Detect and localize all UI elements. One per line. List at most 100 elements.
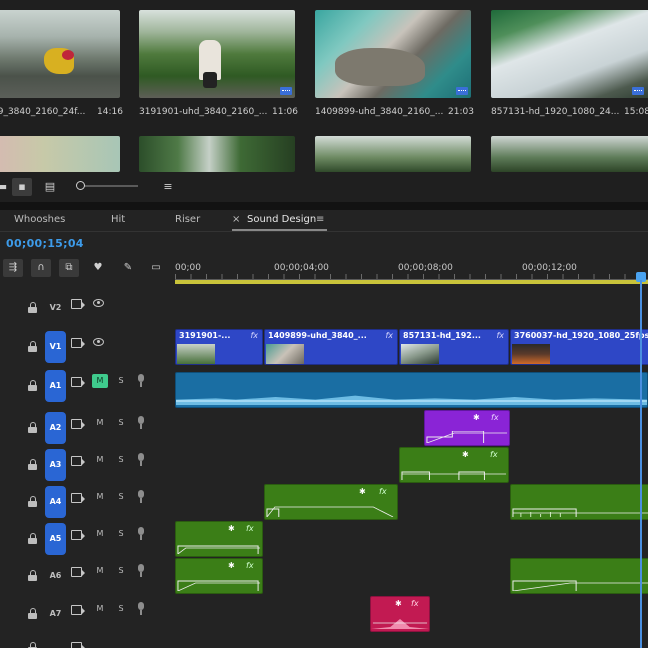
mute-button[interactable]: M <box>92 490 108 504</box>
track-lane-v2[interactable] <box>175 290 648 326</box>
playhead-timecode[interactable]: 00;00;15;04 <box>6 237 84 250</box>
lock-icon[interactable] <box>28 422 37 433</box>
track-header-a2: A2 M S <box>0 410 175 446</box>
lock-icon[interactable] <box>28 533 37 544</box>
video-clip[interactable]: 3760037-hd_1920_1080_25fps.m <box>510 329 648 365</box>
lock-icon[interactable] <box>28 380 37 391</box>
eye-icon[interactable] <box>93 299 104 307</box>
track-target-a4[interactable]: A4 <box>45 486 66 518</box>
mute-button[interactable]: M <box>92 564 108 578</box>
voiceover-mic-icon[interactable] <box>138 374 144 387</box>
audio-clip[interactable]: ✱ fx <box>399 447 509 483</box>
mute-button[interactable]: M <box>92 527 108 541</box>
track-target-a3[interactable]: A3 <box>45 449 66 481</box>
media-thumbnail[interactable] <box>491 136 648 172</box>
tab-riser[interactable]: Riser <box>175 214 200 225</box>
playhead-line[interactable] <box>640 280 642 648</box>
track-target-a6[interactable]: A6 <box>45 560 66 592</box>
track-target-a5[interactable]: A5 <box>45 523 66 555</box>
freeform-view-icon[interactable]: ▤ <box>40 178 60 196</box>
sync-lock-icon[interactable] <box>71 642 85 648</box>
thumbnail-zoom-slider[interactable] <box>78 185 138 187</box>
audio-clip[interactable]: ✱ fx <box>424 410 510 446</box>
mute-button[interactable]: M <box>92 453 108 467</box>
lock-icon[interactable] <box>28 608 37 619</box>
time-ruler[interactable]: 00;00 00;00;04;00 00;00;08;00 00;00;12;0… <box>175 258 648 286</box>
track-target-a7[interactable]: A7 <box>45 598 66 630</box>
solo-button[interactable]: S <box>116 374 126 388</box>
track-target-v2[interactable]: V2 <box>45 292 66 324</box>
audio-clip[interactable]: ✱ fx <box>175 521 263 557</box>
tab-hit[interactable]: Hit <box>111 214 125 225</box>
track-target-a1[interactable]: A1 <box>45 370 66 402</box>
zoom-slider-handle[interactable] <box>76 181 85 190</box>
track-target-a2[interactable]: A2 <box>45 412 66 444</box>
work-area-bar[interactable] <box>175 280 648 284</box>
tab-whooshes[interactable]: Whooshes <box>14 214 65 225</box>
voiceover-mic-icon[interactable] <box>138 527 144 540</box>
lock-icon[interactable] <box>28 642 37 648</box>
captions-icon[interactable]: ▭ <box>146 259 166 277</box>
lock-icon[interactable] <box>28 459 37 470</box>
lock-icon[interactable] <box>28 341 37 352</box>
panel-divider[interactable] <box>0 202 648 210</box>
sync-lock-icon[interactable] <box>71 456 85 466</box>
solo-button[interactable]: S <box>116 416 126 430</box>
add-marker-icon[interactable]: ♥ <box>88 259 108 277</box>
video-clip[interactable]: 857131-hd_192... fx <box>399 329 509 365</box>
audio-clip[interactable]: ✱ fx <box>264 484 398 520</box>
sync-lock-icon[interactable] <box>71 299 85 309</box>
sync-lock-icon[interactable] <box>71 567 85 577</box>
solo-button[interactable]: S <box>116 564 126 578</box>
sync-lock-icon[interactable] <box>71 338 85 348</box>
audio-waveform <box>401 471 507 480</box>
pencil-icon[interactable]: ▬ <box>0 178 12 196</box>
insert-nest-icon[interactable]: ⇶ <box>3 259 23 277</box>
lock-icon[interactable] <box>28 570 37 581</box>
lock-icon[interactable] <box>28 302 37 313</box>
audio-clip[interactable]: ✱ fx <box>370 596 430 632</box>
sync-lock-icon[interactable] <box>71 377 85 387</box>
solo-button[interactable]: S <box>116 602 126 616</box>
lock-icon[interactable] <box>28 496 37 507</box>
media-thumbnail[interactable] <box>139 136 295 172</box>
track-target-v1[interactable]: V1 <box>45 331 66 363</box>
media-thumbnail[interactable] <box>315 10 471 98</box>
sync-lock-icon[interactable] <box>71 493 85 503</box>
audio-waveform <box>371 619 429 629</box>
solo-button[interactable]: S <box>116 527 126 541</box>
linked-selection-icon[interactable]: ⧉ <box>59 259 79 277</box>
audio-clip[interactable] <box>510 558 648 594</box>
wrench-settings-icon[interactable]: ✎ <box>118 259 138 277</box>
panel-menu-icon[interactable]: ≡ <box>316 214 324 225</box>
close-tab-icon[interactable]: × <box>232 214 240 225</box>
voiceover-mic-icon[interactable] <box>138 564 144 577</box>
media-thumbnail[interactable] <box>0 10 120 98</box>
media-thumbnail[interactable] <box>0 136 120 172</box>
audio-clip[interactable] <box>175 372 648 408</box>
solo-button[interactable]: S <box>116 490 126 504</box>
solo-button[interactable]: S <box>116 453 126 467</box>
audio-clip[interactable]: ✱ fx <box>175 558 263 594</box>
mute-button[interactable]: M <box>92 374 108 388</box>
sync-lock-icon[interactable] <box>71 530 85 540</box>
mute-button[interactable]: M <box>92 416 108 430</box>
video-clip[interactable]: 1409899-uhd_3840_... fx <box>264 329 398 365</box>
sync-lock-icon[interactable] <box>71 419 85 429</box>
media-thumbnail[interactable] <box>139 10 295 98</box>
audio-clip[interactable] <box>510 484 648 520</box>
tab-sound-design[interactable]: Sound Design <box>247 214 316 225</box>
snap-magnet-icon[interactable]: ∩ <box>31 259 51 277</box>
media-thumbnail[interactable] <box>315 136 471 172</box>
voiceover-mic-icon[interactable] <box>138 490 144 503</box>
voiceover-mic-icon[interactable] <box>138 602 144 615</box>
voiceover-mic-icon[interactable] <box>138 453 144 466</box>
voiceover-mic-icon[interactable] <box>138 416 144 429</box>
list-view-icon[interactable]: ▪ <box>12 178 32 196</box>
eye-icon[interactable] <box>93 338 104 346</box>
mute-button[interactable]: M <box>92 602 108 616</box>
sync-lock-icon[interactable] <box>71 605 85 615</box>
sort-menu-icon[interactable]: ≡ <box>158 178 178 196</box>
video-clip[interactable]: 3191901-... fx <box>175 329 263 365</box>
media-thumbnail[interactable] <box>491 10 648 98</box>
